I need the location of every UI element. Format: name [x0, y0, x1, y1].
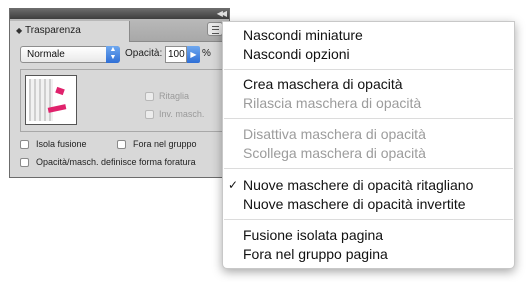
menu-item-label: Nascondi opzioni — [243, 46, 350, 62]
opacity-label: Opacità: — [125, 48, 163, 59]
select-arrows-icon: ▲ ▼ — [106, 46, 120, 63]
menu-item-label: Rilascia maschera di opacità — [243, 95, 422, 111]
opacity-mask-knockout-checkbox[interactable] — [20, 158, 29, 167]
tab-transparency[interactable]: ◆ Trasparenza — [10, 21, 130, 42]
invert-mask-checkbox[interactable] — [145, 110, 154, 119]
menu-item-page-isolated-blending[interactable]: Fusione isolata pagina — [223, 226, 514, 245]
menu-separator — [224, 168, 513, 169]
menu-item-label: Nuove maschere di opacità ritagliano — [243, 177, 474, 193]
checkmark-icon: ✓ — [228, 178, 239, 192]
knockout-group-label: Fora nel gruppo — [133, 139, 197, 149]
menu-item-hide-thumbnails[interactable]: Nascondi miniature — [223, 26, 514, 45]
thumbnail-area: Ritaglia Inv. masch. — [20, 69, 223, 132]
menu-item-page-knockout-group[interactable]: Fora nel gruppo pagina — [223, 245, 514, 264]
menu-item-label: Fusione isolata pagina — [243, 227, 384, 243]
panel-flyout-menu: Nascondi miniature Nascondi opzioni Crea… — [222, 21, 515, 269]
menu-item-label: Fora nel gruppo pagina — [243, 246, 388, 262]
tab-chevron-icon: ◆ — [16, 26, 23, 35]
menu-item-label: Nuove maschere di opacità invertite — [243, 196, 466, 212]
thumbnail-artwork — [29, 79, 53, 121]
menu-item-label: Disattiva maschera di opacità — [243, 126, 426, 142]
menu-item-label: Scollega maschera di opacità — [243, 145, 426, 161]
isolate-blending-checkbox[interactable] — [20, 140, 29, 149]
percent-sign: % — [202, 48, 211, 59]
menu-separator — [224, 69, 513, 70]
layer-thumbnail[interactable] — [25, 75, 77, 125]
collapse-double-arrow-icon[interactable]: ◀◀ — [217, 9, 227, 19]
tab-label: Trasparenza — [25, 25, 81, 36]
panel-title-bar[interactable]: ◀◀ — [10, 9, 229, 19]
panel-menu-button[interactable] — [207, 22, 223, 36]
menu-separator — [224, 219, 513, 220]
thumbnail-mark — [55, 86, 65, 96]
blend-mode-value: Normale — [27, 49, 65, 60]
menu-item-label: Crea maschera di opacità — [243, 76, 403, 92]
opacity-mask-knockout-label: Opacità/masch. definisce forma foratura — [36, 157, 196, 167]
knockout-group-checkbox[interactable] — [117, 140, 126, 149]
menu-item-new-masks-clip[interactable]: ✓ Nuove maschere di opacità ritagliano — [223, 176, 514, 195]
opacity-input[interactable]: 100 — [165, 46, 187, 63]
isolate-blending-label: Isola fusione — [36, 139, 87, 149]
blend-mode-select[interactable]: Normale ▲ ▼ — [20, 46, 120, 63]
invert-mask-label: Inv. masch. — [159, 109, 205, 119]
menu-item-new-masks-inverted[interactable]: Nuove maschere di opacità invertite — [223, 195, 514, 214]
menu-item-label: Nascondi miniature — [243, 27, 363, 43]
menu-item-release-opacity-mask: Rilascia maschera di opacità — [223, 94, 514, 113]
clip-label: Ritaglia — [159, 91, 190, 101]
clip-checkbox[interactable] — [145, 92, 154, 101]
panel-tab-row: ◆ Trasparenza — [10, 19, 229, 42]
menu-separator — [224, 118, 513, 119]
menu-lines-icon — [212, 26, 219, 34]
opacity-dropdown-button[interactable]: ▶ — [187, 46, 200, 63]
transparency-panel: ◀◀ ◆ Trasparenza Normale ▲ ▼ Opacità: 100… — [9, 8, 230, 178]
menu-item-unlink-opacity-mask: Scollega maschera di opacità — [223, 144, 514, 163]
menu-item-disable-opacity-mask: Disattiva maschera di opacità — [223, 125, 514, 144]
menu-item-make-opacity-mask[interactable]: Crea maschera di opacità — [223, 75, 514, 94]
menu-item-hide-options[interactable]: Nascondi opzioni — [223, 45, 514, 64]
